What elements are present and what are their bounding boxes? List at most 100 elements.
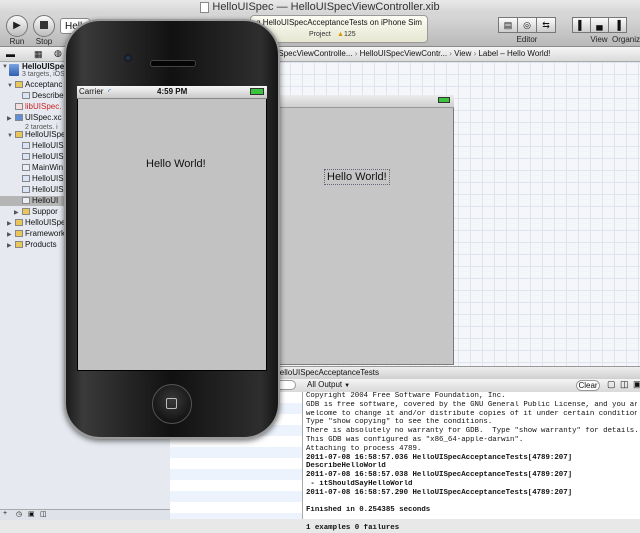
console-line: GDB is free software, covered by the GNU… bbox=[306, 400, 637, 409]
console-line: DescribeHelloWorld bbox=[306, 462, 386, 471]
search-navigator-icon[interactable]: ◍ bbox=[54, 48, 62, 59]
breadcrumb-item[interactable]: HelloUISpecViewContr... bbox=[360, 49, 447, 58]
navigator-row-label: HelloUISpe bbox=[25, 218, 66, 227]
source-file-icon bbox=[22, 175, 30, 183]
console-line: This GDB was configured as "x86_64-apple… bbox=[306, 435, 524, 444]
split-pane-toggle-icon[interactable]: ◫ bbox=[620, 379, 629, 390]
disclosure-triangle-icon[interactable]: ▶ bbox=[7, 114, 15, 124]
debug-process-title: HelloUISpecAcceptanceTests bbox=[274, 368, 379, 377]
navigator-row-label: Products bbox=[25, 240, 57, 249]
symbol-navigator-icon[interactable]: ▦ bbox=[34, 49, 43, 60]
front-camera bbox=[124, 54, 132, 62]
view-segmented-control: ▌ ▄ ▐ bbox=[572, 17, 627, 33]
activity-status: g HelloUISpecAcceptanceTests on iPhone S… bbox=[256, 18, 422, 27]
breadcrumb-item[interactable]: View bbox=[454, 49, 471, 58]
navigator-row-label: libUISpec. bbox=[25, 102, 62, 111]
folder-icon bbox=[15, 241, 23, 249]
project-name: HelloUISpec bbox=[22, 62, 69, 71]
navigator-row-label: HelloUISpe bbox=[25, 130, 66, 139]
console-line: welcome to change it and/or distribute c… bbox=[306, 409, 637, 418]
scm-status-icon[interactable]: ▣ bbox=[28, 510, 35, 518]
disclosure-triangle-icon[interactable]: ▶ bbox=[7, 241, 15, 250]
utilities-toggle-button[interactable]: ▐ bbox=[608, 17, 627, 33]
play-icon: ▶ bbox=[13, 20, 21, 31]
navigator-row-label: Framework bbox=[25, 229, 66, 238]
disclosure-triangle-icon[interactable]: ▶ bbox=[7, 219, 15, 228]
carrier-label: Carrier bbox=[79, 87, 104, 96]
console-lines: Copyright 2004 Free Software Foundation,… bbox=[303, 392, 640, 533]
unsaved-filter-icon[interactable]: ◫ bbox=[40, 510, 47, 518]
console-line: - itShouldSayHelloWorld bbox=[306, 479, 413, 488]
warning-counter[interactable]: ▲125 bbox=[337, 31, 356, 38]
stop-icon bbox=[40, 21, 48, 30]
breadcrumb-item[interactable]: Label – Hello World! bbox=[478, 49, 550, 58]
organizer-label[interactable]: Organiz bbox=[612, 35, 640, 44]
console-line: There is absolutely no warranty for GDB.… bbox=[306, 427, 637, 436]
standard-editor-button[interactable]: ▤ bbox=[498, 17, 518, 33]
standard-editor-icon: ▤ bbox=[503, 20, 513, 30]
home-button-square-icon bbox=[166, 398, 177, 409]
folder-icon bbox=[15, 81, 23, 89]
source-file-icon bbox=[22, 153, 30, 161]
wifi-icon: ◜ bbox=[108, 87, 112, 96]
console-pane-toggle-icon[interactable]: ▣ bbox=[633, 379, 640, 390]
console-line: Finished in 0.254385 seconds bbox=[306, 506, 431, 515]
project-icon bbox=[9, 64, 19, 76]
console-line: 2011-07-08 16:58:57.038 HelloUISpecAccep… bbox=[306, 471, 573, 480]
folder-icon bbox=[15, 230, 23, 238]
disclosure-triangle-icon[interactable]: ▶ bbox=[7, 230, 15, 239]
clear-console-button[interactable]: Clear bbox=[576, 380, 600, 391]
source-file-icon bbox=[22, 92, 30, 100]
console-line: 2011-07-08 16:58:57.290 HelloUISpecAccep… bbox=[306, 488, 573, 497]
version-editor-button[interactable]: ⇆ bbox=[536, 17, 556, 33]
warning-count: 125 bbox=[343, 31, 356, 38]
navigator-row-label: HelloUI bbox=[32, 196, 59, 205]
disclosure-triangle-icon[interactable]: ▼ bbox=[7, 81, 15, 90]
console-output[interactable]: Copyright 2004 Free Software Foundation,… bbox=[303, 392, 640, 532]
window-title: HelloUISpec — HelloUISpecViewController.… bbox=[212, 1, 440, 13]
chevron-down-icon: ▼ bbox=[344, 383, 351, 389]
library-icon bbox=[15, 103, 23, 111]
simulator-hello-label: Hello World! bbox=[146, 158, 206, 170]
earpiece-speaker bbox=[150, 60, 196, 67]
version-editor-icon: ⇆ bbox=[542, 20, 550, 30]
debug-toggle-button[interactable]: ▄ bbox=[590, 17, 609, 33]
disclosure-triangle-icon[interactable]: ▼ bbox=[7, 131, 15, 140]
folder-navigator-icon[interactable]: ▬ bbox=[6, 49, 15, 59]
stop-button[interactable] bbox=[33, 15, 55, 37]
assistant-editor-button[interactable]: ◎ bbox=[517, 17, 537, 33]
navigator-row-label: UISpec.xc bbox=[25, 113, 62, 122]
run-button[interactable]: ▶ bbox=[6, 15, 28, 37]
battery-icon bbox=[438, 97, 450, 103]
output-filter-value: All Output bbox=[307, 380, 343, 389]
utilities-pane-icon: ▐ bbox=[614, 20, 621, 30]
add-file-icon[interactable]: + bbox=[3, 510, 7, 517]
recent-files-icon[interactable]: ◷ bbox=[16, 510, 22, 518]
simulator-screen[interactable] bbox=[77, 86, 267, 371]
activity-viewer: g HelloUISpecAcceptanceTests on iPhone S… bbox=[250, 15, 428, 43]
console-line: Attaching to process 4789. bbox=[306, 444, 422, 453]
console-line: Type "show copying" to see the condition… bbox=[306, 418, 493, 427]
navigator-toggle-button[interactable]: ▌ bbox=[572, 17, 591, 33]
run-label: Run bbox=[9, 37, 25, 46]
simulator-status-bar: Carrier ◜ 4:59 PM bbox=[77, 86, 267, 99]
xib-file-icon bbox=[22, 197, 30, 205]
folder-icon bbox=[22, 208, 30, 216]
console-line: 1 examples 0 failures bbox=[306, 523, 400, 532]
disclosure-triangle-icon[interactable]: ▶ bbox=[14, 208, 22, 217]
xib-file-icon bbox=[22, 164, 30, 172]
ib-simulated-status-bar bbox=[270, 95, 454, 108]
navigator-row-label: Acceptanc bbox=[25, 80, 63, 89]
ib-view[interactable] bbox=[270, 95, 454, 365]
variables-pane-toggle-icon[interactable]: ▢ bbox=[607, 379, 616, 390]
assistant-editor-icon: ◎ bbox=[523, 20, 531, 30]
warning-icon: ▲ bbox=[337, 31, 344, 38]
document-icon bbox=[200, 1, 210, 13]
ib-hello-label[interactable]: Hello World! bbox=[324, 169, 390, 185]
source-file-icon bbox=[22, 142, 30, 150]
navigator-filter-bar: + ◷ ▣ ◫ bbox=[0, 509, 170, 520]
source-file-icon bbox=[22, 186, 30, 194]
output-filter-popup[interactable]: All Output ▼ bbox=[307, 379, 353, 391]
